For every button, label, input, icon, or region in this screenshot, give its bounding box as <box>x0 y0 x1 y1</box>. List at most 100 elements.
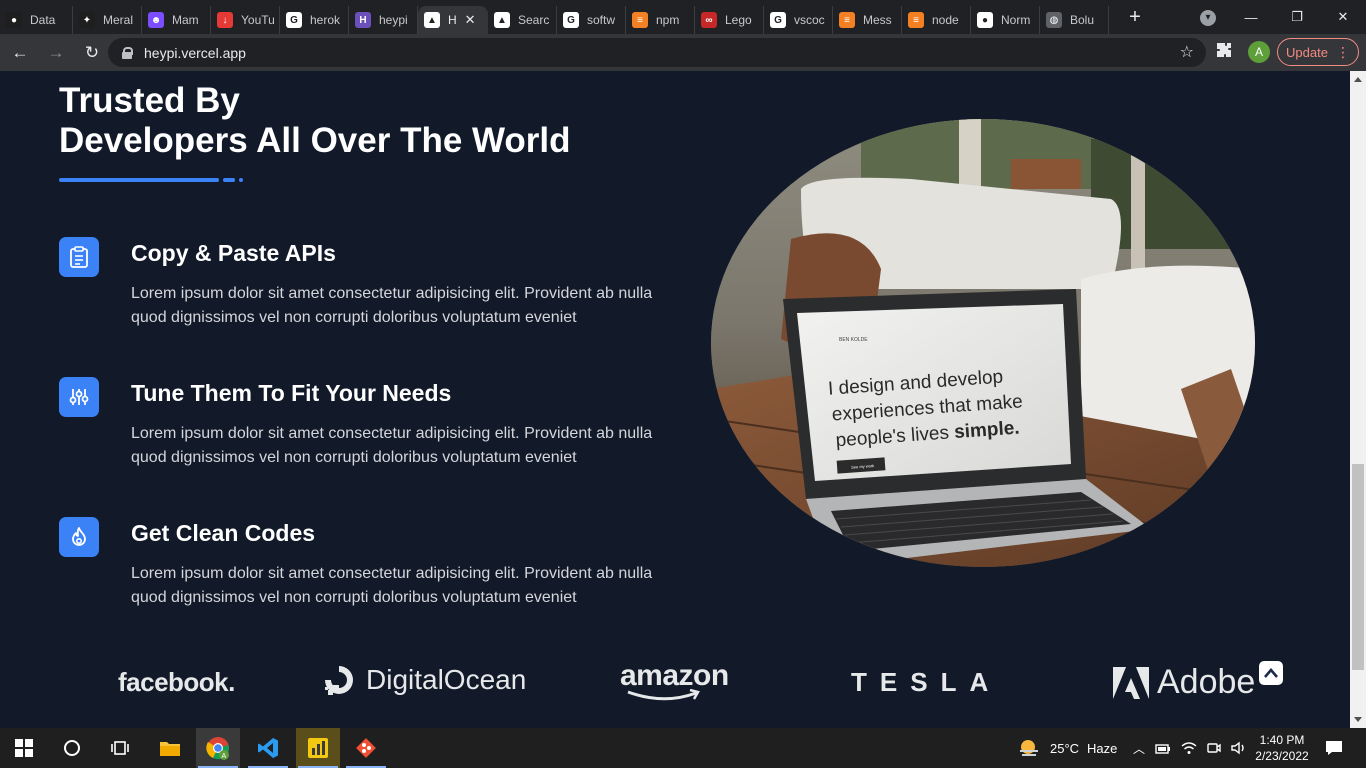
section-title-line2: Developers All Over The World <box>59 121 571 160</box>
browser-toolbar: ← → ↻ heypi.vercel.app ☆ A Update ⋮ <box>0 34 1366 71</box>
browser-tab[interactable]: ✦ Meral <box>73 6 142 34</box>
file-explorer-icon[interactable] <box>148 728 192 768</box>
google-icon: G <box>770 12 786 28</box>
bot-icon: ☻ <box>148 12 164 28</box>
bookmark-star-icon[interactable]: ☆ <box>1180 42 1194 62</box>
hero-photo: BEN KOLDE I design and develop experienc… <box>711 119 1255 567</box>
digitalocean-icon <box>325 666 353 695</box>
url-text[interactable]: heypi.vercel.app <box>144 45 246 61</box>
browser-tab[interactable]: ≡ npm <box>626 6 695 34</box>
fire-icon <box>59 517 99 557</box>
weather-desc: Haze <box>1087 740 1118 756</box>
lock-icon[interactable] <box>122 46 133 59</box>
chrome-taskbar-icon[interactable]: A <box>196 728 240 768</box>
browser-tab[interactable]: Gsoftw <box>557 6 626 34</box>
tab-label: Lego <box>725 13 752 27</box>
browser-tab[interactable]: ◍ Bolu <box>1040 6 1109 34</box>
clipboard-icon <box>59 237 99 277</box>
browser-tab[interactable]: ↓ YouTu <box>211 6 280 34</box>
browser-tab[interactable]: ≡ node <box>902 6 971 34</box>
bird-icon: ✦ <box>79 12 95 28</box>
feature-description: Lorem ipsum dolor sit amet consectetur a… <box>131 285 653 326</box>
restore-button[interactable]: ❐ <box>1274 0 1320 34</box>
browser-tab[interactable]: ☻ Mam <box>142 6 211 34</box>
vercel-icon: ▲ <box>424 12 440 28</box>
new-tab-button[interactable]: + <box>1123 6 1147 29</box>
screen-brand: BEN KOLDE <box>839 337 868 343</box>
chevron-up-icon[interactable]: ︿ <box>1133 740 1145 757</box>
volume-icon[interactable] <box>1231 741 1247 755</box>
heroku-icon: H <box>355 12 371 28</box>
tab-label: H <box>448 13 457 27</box>
windows-start-icon[interactable] <box>2 728 46 768</box>
tab-label: Mess <box>863 13 892 27</box>
git-taskbar-icon[interactable] <box>344 728 388 768</box>
update-label: Update <box>1286 44 1328 60</box>
leaf-icon: ● <box>6 12 22 28</box>
search-icon[interactable] <box>50 728 94 768</box>
update-button[interactable]: Update ⋮ <box>1277 38 1359 66</box>
tab-label: YouTu <box>241 13 275 27</box>
browser-tab[interactable]: Gherok <box>280 6 349 34</box>
tab-label: node <box>932 13 959 27</box>
weather-temp: 25°C <box>1050 740 1080 756</box>
browser-tab[interactable]: ● Norm <box>971 6 1040 34</box>
underline-segment <box>59 178 219 182</box>
close-tab-icon[interactable]: ✕ <box>465 12 476 28</box>
wifi-icon[interactable] <box>1181 741 1197 755</box>
meet-now-icon[interactable] <box>1207 741 1221 755</box>
battery-icon[interactable] <box>1155 741 1171 755</box>
section-title-line1: Trusted By <box>59 81 240 120</box>
section-title: Trusted By Developers All Over The World <box>59 81 571 161</box>
tab-label: softw <box>587 13 616 27</box>
back-icon[interactable]: ← <box>4 37 36 69</box>
minimize-button[interactable]: — <box>1228 0 1274 34</box>
address-bar[interactable]: heypi.vercel.app ☆ <box>108 38 1206 67</box>
scroll-down-arrow-icon[interactable] <box>1354 717 1362 722</box>
weather-widget[interactable]: 25°C Haze <box>1018 728 1117 768</box>
browser-tab[interactable]: ● Data <box>0 6 73 34</box>
clock[interactable]: 1:40 PM 2/23/2022 <box>1254 732 1310 764</box>
tesla-logo: TESLA <box>851 667 1002 697</box>
windows-taskbar: A 25°C Haze ︿ 1:40 PM 2/23/2022 <box>0 728 1366 768</box>
digitalocean-wordmark: DigitalOcean <box>366 664 527 695</box>
amazon-wordmark: amazon <box>620 659 729 692</box>
power-bi-taskbar-icon[interactable] <box>296 728 340 768</box>
facebook-logo: facebook. <box>118 667 235 697</box>
vercel-icon: ▲ <box>494 12 510 28</box>
notifications-icon[interactable] <box>1314 728 1354 768</box>
feature-description: Lorem ipsum dolor sit amet consectetur a… <box>131 425 653 466</box>
tab-label: Bolu <box>1070 13 1095 27</box>
tab-label: herok <box>310 13 341 27</box>
profile-avatar[interactable]: A <box>1248 41 1270 63</box>
close-window-button[interactable]: ✕ <box>1320 0 1366 34</box>
vscode-taskbar-icon[interactable] <box>246 728 290 768</box>
browser-tab[interactable]: ▲ Searc <box>488 6 557 34</box>
extensions-icon[interactable] <box>1216 42 1232 63</box>
amazon-smile-icon <box>627 689 700 701</box>
browser-tab[interactable]: Hheypi <box>349 6 418 34</box>
feature-title: Copy & Paste APIs <box>131 240 336 266</box>
page-scrollbar[interactable] <box>1350 71 1366 728</box>
scroll-up-arrow-icon[interactable] <box>1354 77 1362 82</box>
chevron-up-icon <box>1264 668 1278 678</box>
forward-icon[interactable]: → <box>40 37 72 69</box>
browser-tab[interactable]: ▲ H ✕ <box>418 6 488 34</box>
reload-icon[interactable]: ↻ <box>76 37 108 69</box>
tab-label: Mam <box>172 13 199 27</box>
tab-label: heypi <box>379 13 408 27</box>
browser-tab[interactable]: Gvscoc <box>764 6 833 34</box>
adobe-logo: Adobe <box>1113 663 1255 702</box>
tab-search-icon[interactable]: ▾ <box>1200 10 1216 26</box>
feature-title: Get Clean Codes <box>131 520 316 546</box>
svg-text:A: A <box>222 753 227 760</box>
task-view-icon[interactable] <box>98 728 142 768</box>
browser-tab[interactable]: ≡ Mess <box>833 6 902 34</box>
feature-description: Lorem ipsum dolor sit amet consectetur a… <box>131 565 653 606</box>
scrollbar-thumb[interactable] <box>1352 464 1364 670</box>
browser-tab[interactable]: ∞ Lego <box>695 6 764 34</box>
tab-label: Meral <box>103 13 134 27</box>
lego-icon: ∞ <box>701 12 717 28</box>
tab-label: Norm <box>1001 13 1031 27</box>
scroll-to-top-button[interactable] <box>1259 661 1283 685</box>
